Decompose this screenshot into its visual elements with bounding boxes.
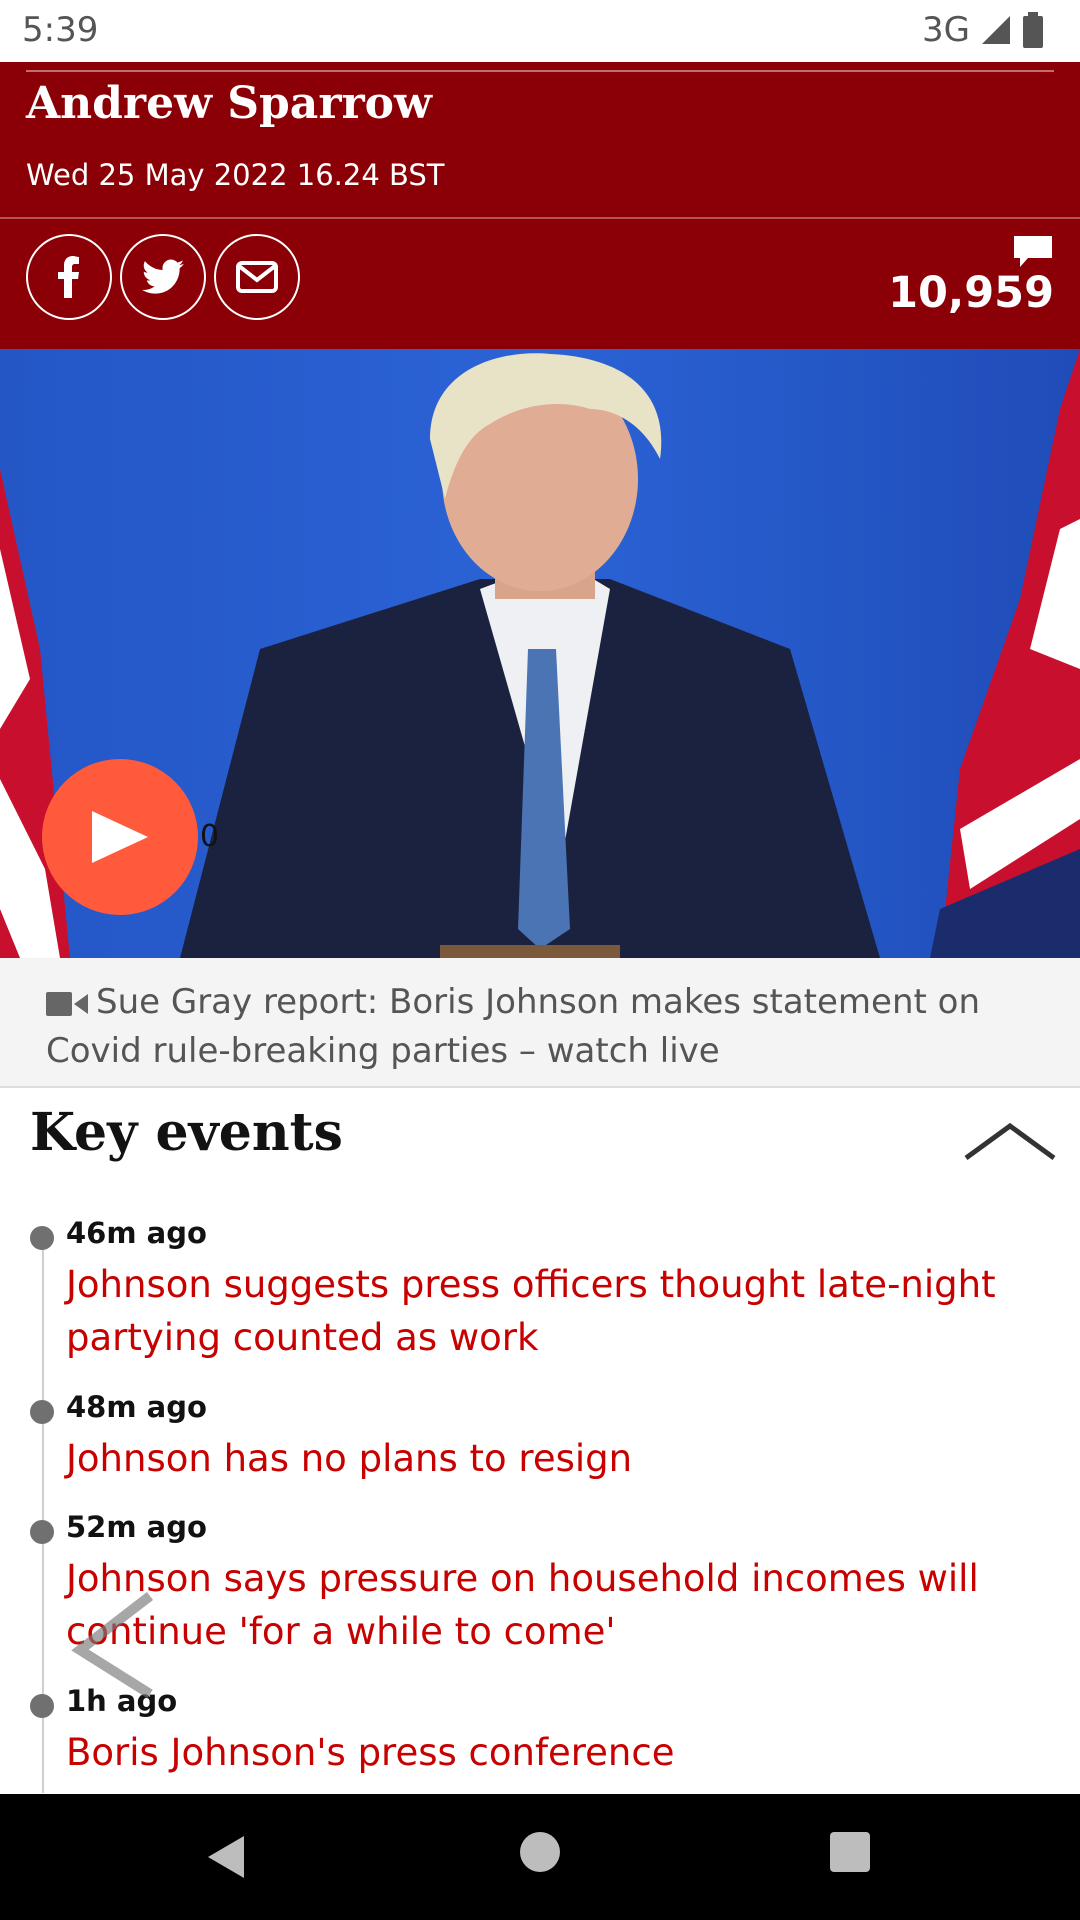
play-button[interactable] (42, 759, 198, 915)
key-event-time: 48m ago (66, 1390, 207, 1424)
key-event-headline[interactable]: Boris Johnson's press conference (66, 1726, 1026, 1779)
timeline-dot (30, 1520, 54, 1544)
video-caption-text: Sue Gray report: Boris Johnson makes sta… (46, 982, 980, 1071)
key-event-headline[interactable]: Johnson says pressure on household incom… (66, 1552, 1026, 1658)
timeline-dot (30, 1694, 54, 1718)
twitter-icon (142, 259, 184, 294)
header-rule (26, 70, 1054, 72)
nav-home-icon[interactable] (520, 1832, 560, 1872)
share-buttons (26, 234, 300, 320)
timeline-dot (30, 1400, 54, 1424)
key-event-time: 46m ago (66, 1216, 207, 1250)
article-header: Andrew Sparrow Wed 25 May 2022 16.24 BST… (0, 62, 1080, 349)
video-caption: Sue Gray report: Boris Johnson makes sta… (0, 958, 1080, 1088)
video-caption-container: Sue Gray report: Boris Johnson makes sta… (46, 978, 1034, 1076)
chevron-up-icon[interactable] (960, 1120, 1060, 1164)
comment-icon (1014, 236, 1052, 267)
header-divider (0, 217, 1080, 219)
key-event-headline[interactable]: Johnson has no plans to resign (66, 1432, 1026, 1485)
facebook-icon (58, 256, 79, 298)
signal-icon (982, 16, 1010, 44)
battery-icon (1023, 12, 1043, 48)
author-name[interactable]: Andrew Sparrow (26, 78, 432, 129)
nav-recents-icon[interactable] (830, 1832, 870, 1872)
video-camera-icon (46, 992, 88, 1016)
video-duration: 0 (200, 819, 220, 854)
video-player[interactable]: 0 (0, 349, 1080, 958)
email-share-button[interactable] (214, 234, 300, 320)
comments-link[interactable]: 10,959 (888, 234, 1054, 318)
key-event-headline[interactable]: Johnson suggests press officers thought … (66, 1258, 1026, 1364)
dateline: Wed 25 May 2022 16.24 BST (26, 158, 445, 192)
key-event-time: 52m ago (66, 1510, 207, 1544)
nav-back-icon[interactable] (206, 1834, 246, 1880)
play-icon (92, 811, 148, 863)
email-icon (236, 261, 278, 293)
comment-count: 10,959 (888, 268, 1054, 318)
back-gesture-icon[interactable] (70, 1590, 160, 1700)
network-type: 3G (922, 10, 970, 50)
twitter-share-button[interactable] (120, 234, 206, 320)
status-indicators: 3G (922, 10, 1044, 50)
system-nav-bar (0, 1794, 1080, 1920)
timeline-dot (30, 1226, 54, 1250)
status-time: 5:39 (22, 10, 99, 50)
facebook-share-button[interactable] (26, 234, 112, 320)
status-bar: 5:39 3G (0, 0, 1080, 62)
key-events-title: Key events (30, 1102, 343, 1163)
